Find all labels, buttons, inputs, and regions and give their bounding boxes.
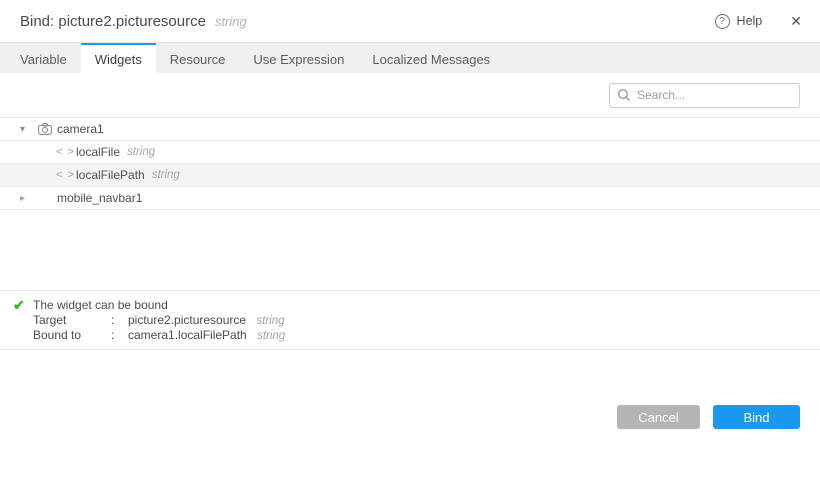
title-type-label: string [215, 14, 247, 29]
tab-resource[interactable]: Resource [156, 43, 240, 73]
status-colon: : [111, 313, 128, 328]
code-icon: < > [56, 146, 76, 158]
search-icon [617, 88, 631, 102]
status-row-bound-to: Bound to : camera1.localFilePath string [33, 328, 285, 343]
tree-item-label: camera1 [57, 122, 104, 136]
tree-item-label: localFile [76, 145, 120, 159]
tree-item-type: string [152, 169, 180, 181]
help-button[interactable]: ? Help [715, 14, 763, 29]
search-input[interactable] [609, 83, 800, 108]
tree-item-label: mobile_navbar1 [57, 191, 142, 205]
success-check-icon: ✔ [13, 298, 33, 313]
code-icon: < > [56, 169, 76, 181]
help-icon: ? [715, 14, 730, 29]
status-body: The widget can be bound Target : picture… [33, 298, 285, 343]
page-title: Bind: picture2.picturesource [20, 13, 206, 30]
title-bar: Bind: picture2.picturesource string ? He… [0, 0, 820, 42]
status-value-type: string [257, 330, 285, 342]
tree-row-localfile[interactable]: < > localFile string [0, 141, 820, 164]
camera-icon [38, 123, 57, 135]
expand-arrow-icon[interactable]: ▾ [20, 124, 38, 135]
tab-localized-messages[interactable]: Localized Messages [358, 43, 504, 73]
tab-widgets[interactable]: Widgets [81, 43, 156, 73]
tree-row-camera1[interactable]: ▾ camera1 [0, 118, 820, 141]
widget-tree: ▾ camera1 < > localFile string < > local… [0, 118, 820, 210]
tree-row-mobile-navbar1[interactable]: ▸ mobile_navbar1 [0, 187, 820, 210]
titlebar-actions: ? Help ✕ [715, 13, 802, 30]
status-colon: : [111, 328, 128, 343]
tab-use-expression[interactable]: Use Expression [239, 43, 358, 73]
cancel-button[interactable]: Cancel [617, 405, 700, 429]
status-value-type: string [256, 315, 284, 327]
tab-variable[interactable]: Variable [6, 43, 81, 73]
tree-empty-area [0, 210, 820, 290]
search-toolbar [0, 73, 820, 118]
collapse-arrow-icon[interactable]: ▸ [20, 193, 38, 204]
bind-dialog: Bind: picture2.picturesource string ? He… [0, 0, 820, 485]
status-label: Target [33, 313, 111, 328]
status-panel: ✔ The widget can be bound Target : pictu… [0, 290, 820, 350]
bind-button[interactable]: Bind [713, 405, 800, 429]
close-icon[interactable]: ✕ [790, 13, 802, 30]
status-message: The widget can be bound [33, 298, 285, 312]
help-label: Help [737, 14, 763, 28]
tree-row-localfilepath[interactable]: < > localFilePath string [0, 164, 820, 187]
status-label: Bound to [33, 328, 111, 343]
status-row-target: Target : picture2.picturesource string [33, 313, 285, 328]
search-box [609, 83, 800, 108]
footer: Cancel Bind [0, 350, 820, 485]
tab-bar: Variable Widgets Resource Use Expression… [0, 42, 820, 73]
status-value: picture2.picturesource [128, 313, 246, 327]
tree-item-type: string [127, 146, 155, 158]
status-value: camera1.localFilePath [128, 328, 247, 342]
tree-item-label: localFilePath [76, 168, 145, 182]
